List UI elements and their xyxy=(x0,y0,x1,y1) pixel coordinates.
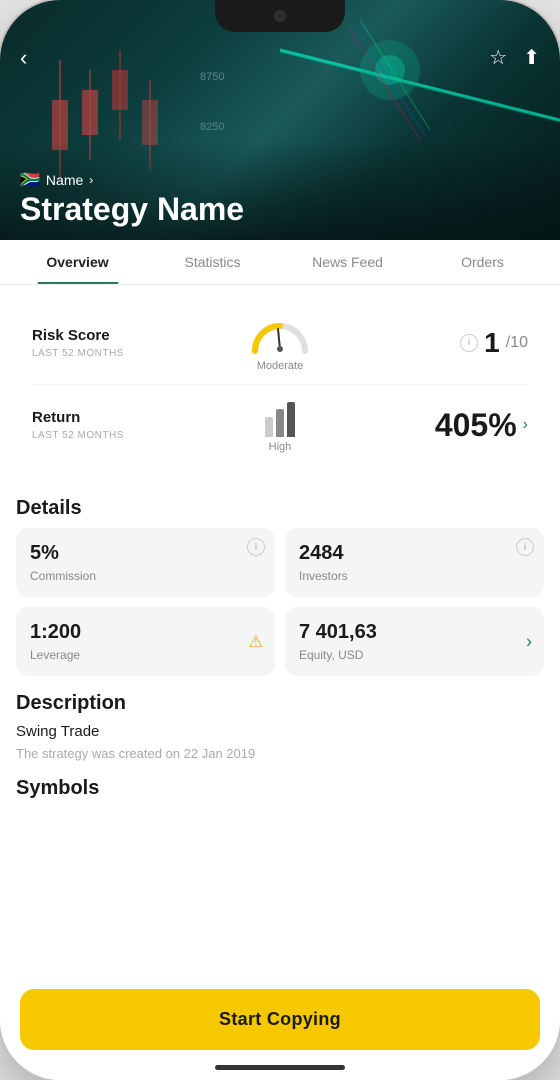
tab-newsfeed[interactable]: News Feed xyxy=(280,240,415,284)
return-row: Return LAST 52 MONTHS High 405% › xyxy=(32,397,528,453)
notch xyxy=(215,0,345,32)
gauge-icon xyxy=(245,313,315,358)
share-icon[interactable]: ⬆ xyxy=(523,45,540,70)
bottom-bar: Start Copying xyxy=(0,989,560,1050)
investors-label: Investors xyxy=(299,569,530,583)
leverage-card: 1:200 Leverage ⚠ xyxy=(16,607,275,676)
details-section-title: Details xyxy=(0,481,560,528)
investors-value: 2484 xyxy=(299,542,530,565)
risk-score-value-container: i 1/10 xyxy=(363,327,528,359)
risk-gauge-container: Moderate xyxy=(197,313,362,372)
details-section: Details 5% Commission i 2484 Investors xyxy=(0,481,560,676)
equity-chevron-icon: › xyxy=(526,631,532,652)
return-bar-chart xyxy=(265,397,295,437)
tab-orders[interactable]: Orders xyxy=(415,240,550,284)
owner-chevron: › xyxy=(89,173,93,187)
card-divider xyxy=(32,384,528,385)
risk-score-value: 1 xyxy=(484,327,500,359)
bar-3 xyxy=(287,402,295,437)
equity-card[interactable]: 7 401,63 Equity, USD › xyxy=(285,607,544,676)
header-image: 8750 8250 ‹ ☆ ⬆ 🇿🇦 Name xyxy=(0,0,560,240)
home-indicator xyxy=(215,1065,345,1070)
start-copying-button[interactable]: Start Copying xyxy=(20,989,540,1050)
flag-icon: 🇿🇦 xyxy=(20,170,40,190)
owner-name: Name xyxy=(46,172,83,188)
strategy-title: Strategy Name xyxy=(20,191,244,228)
symbols-section-title: Symbols xyxy=(16,777,544,800)
back-button[interactable]: ‹ xyxy=(20,45,27,71)
equity-value: 7 401,63 xyxy=(299,621,530,644)
gauge-label: Moderate xyxy=(257,360,303,372)
leverage-label: Leverage xyxy=(30,648,261,662)
phone-screen: 8750 8250 ‹ ☆ ⬆ 🇿🇦 Name xyxy=(0,0,560,1080)
return-label: Return xyxy=(32,409,197,426)
tab-overview[interactable]: Overview xyxy=(10,240,145,284)
commission-value: 5% xyxy=(30,542,261,565)
bookmark-icon[interactable]: ☆ xyxy=(489,45,507,70)
commission-card: 5% Commission i xyxy=(16,528,275,597)
equity-label: Equity, USD xyxy=(299,648,530,662)
description-section: Description Swing Trade The strategy was… xyxy=(0,692,560,761)
svg-text:8750: 8750 xyxy=(200,71,224,83)
commission-label: Commission xyxy=(30,569,261,583)
leverage-value: 1:200 xyxy=(30,621,261,644)
header-actions: ☆ ⬆ xyxy=(489,45,540,70)
return-bar-label: High xyxy=(269,441,292,453)
details-grid: 5% Commission i 2484 Investors i xyxy=(0,528,560,676)
symbols-section: Symbols xyxy=(0,777,560,800)
bar-1 xyxy=(265,417,273,437)
risk-score-label: Risk Score xyxy=(32,327,197,344)
camera xyxy=(274,10,286,22)
content-area: Risk Score LAST 52 MONTHS xyxy=(0,285,560,1075)
strategy-owner-row[interactable]: 🇿🇦 Name › xyxy=(20,170,93,190)
phone-frame: 8750 8250 ‹ ☆ ⬆ 🇿🇦 Name xyxy=(0,0,560,1080)
investors-info-icon[interactable]: i xyxy=(516,538,534,556)
return-value-container[interactable]: 405% › xyxy=(363,407,528,444)
description-main-text: Swing Trade xyxy=(16,723,544,740)
commission-info-icon[interactable]: i xyxy=(247,538,265,556)
description-sub-text: The strategy was created on 22 Jan 2019 xyxy=(16,746,544,761)
risk-score-left: Risk Score LAST 52 MONTHS xyxy=(32,327,197,359)
return-value: 405% xyxy=(435,407,517,444)
risk-score-card: Risk Score LAST 52 MONTHS xyxy=(16,297,544,469)
description-section-title: Description xyxy=(16,692,544,715)
bar-2 xyxy=(276,409,284,437)
leverage-warning-icon: ⚠ xyxy=(249,632,263,652)
risk-info-icon[interactable]: i xyxy=(460,334,478,352)
return-bar-container: High xyxy=(197,397,362,453)
return-chevron-icon: › xyxy=(523,416,528,434)
risk-score-period: LAST 52 MONTHS xyxy=(32,348,197,359)
risk-score-suffix: /10 xyxy=(506,334,528,352)
tabs-bar: Overview Statistics News Feed Orders xyxy=(0,240,560,285)
return-period: LAST 52 MONTHS xyxy=(32,430,197,441)
svg-text:8250: 8250 xyxy=(200,121,224,133)
return-left: Return LAST 52 MONTHS xyxy=(32,409,197,441)
investors-card: 2484 Investors i xyxy=(285,528,544,597)
tab-statistics[interactable]: Statistics xyxy=(145,240,280,284)
